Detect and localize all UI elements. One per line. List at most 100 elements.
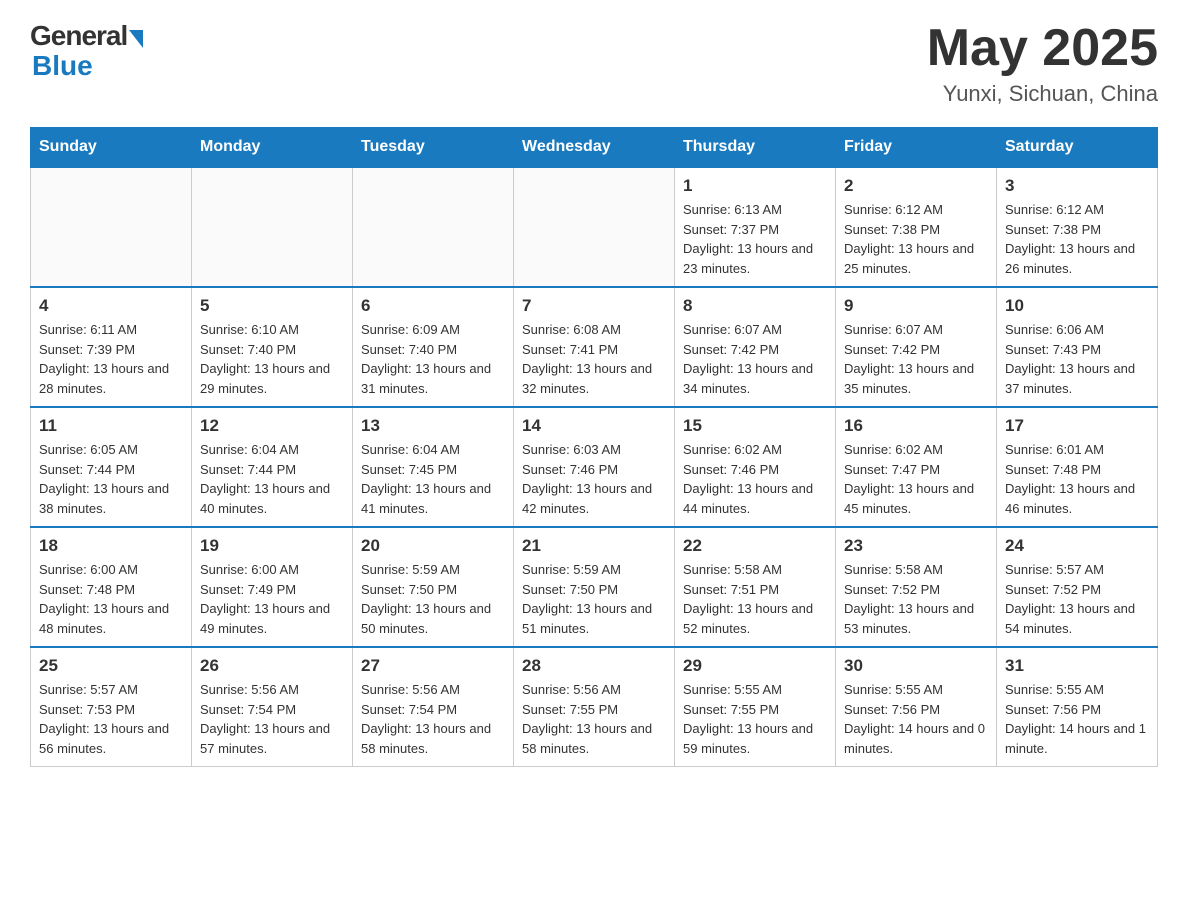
week-row-4: 18 Sunrise: 6:00 AM Sunset: 7:48 PM Dayli… [31,527,1158,647]
day-info: Sunrise: 5:55 AM Sunset: 7:55 PM Dayligh… [683,680,827,758]
day-info: Sunrise: 6:04 AM Sunset: 7:44 PM Dayligh… [200,440,344,518]
day-number: 29 [683,656,827,676]
day-number: 24 [1005,536,1149,556]
week-row-2: 4 Sunrise: 6:11 AM Sunset: 7:39 PM Daylig… [31,287,1158,407]
logo-arrow-icon [129,30,143,48]
day-info: Sunrise: 6:00 AM Sunset: 7:49 PM Dayligh… [200,560,344,638]
day-number: 18 [39,536,183,556]
calendar-cell: 21Sunrise: 5:59 AM Sunset: 7:50 PM Dayli… [514,527,675,647]
calendar-cell: 13 Sunrise: 6:04 AM Sunset: 7:45 PM Dayli… [353,407,514,527]
week-row-3: 11 Sunrise: 6:05 AM Sunset: 7:44 PM Dayli… [31,407,1158,527]
day-number: 19 [200,536,344,556]
day-number: 8 [683,296,827,316]
day-number: 4 [39,296,183,316]
day-info: Sunrise: 6:11 AM Sunset: 7:39 PM Dayligh… [39,320,183,398]
calendar-cell: 6 Sunrise: 6:09 AM Sunset: 7:40 PM Daylig… [353,287,514,407]
day-info: Sunrise: 6:10 AM Sunset: 7:40 PM Dayligh… [200,320,344,398]
column-header-monday: Monday [192,128,353,168]
column-header-thursday: Thursday [675,128,836,168]
day-number: 5 [200,296,344,316]
title-block: May 2025 Yunxi, Sichuan, China [927,20,1158,107]
calendar-cell: 20 Sunrise: 5:59 AM Sunset: 7:50 PM Dayli… [353,527,514,647]
week-row-5: 25 Sunrise: 5:57 AM Sunset: 7:53 PM Dayli… [31,647,1158,767]
day-number: 11 [39,416,183,436]
day-info: Sunrise: 6:02 AM Sunset: 7:47 PM Dayligh… [844,440,988,518]
calendar-cell: 28Sunrise: 5:56 AM Sunset: 7:55 PM Dayli… [514,647,675,767]
day-number: 3 [1005,176,1149,196]
column-header-friday: Friday [836,128,997,168]
logo-general-text: General [30,20,127,52]
column-header-tuesday: Tuesday [353,128,514,168]
day-info: Sunrise: 6:04 AM Sunset: 7:45 PM Dayligh… [361,440,505,518]
day-number: 2 [844,176,988,196]
day-number: 1 [683,176,827,196]
day-info: Sunrise: 5:56 AM Sunset: 7:54 PM Dayligh… [361,680,505,758]
day-number: 17 [1005,416,1149,436]
day-info: Sunrise: 6:08 AM Sunset: 7:41 PM Dayligh… [522,320,666,398]
day-info: Sunrise: 6:01 AM Sunset: 7:48 PM Dayligh… [1005,440,1149,518]
day-number: 30 [844,656,988,676]
calendar-cell: 4 Sunrise: 6:11 AM Sunset: 7:39 PM Daylig… [31,287,192,407]
calendar-cell: 10Sunrise: 6:06 AM Sunset: 7:43 PM Dayli… [997,287,1158,407]
page-header: General Blue May 2025 Yunxi, Sichuan, Ch… [30,20,1158,107]
calendar-cell: 8Sunrise: 6:07 AM Sunset: 7:42 PM Daylig… [675,287,836,407]
calendar-cell: 1Sunrise: 6:13 AM Sunset: 7:37 PM Daylig… [675,167,836,287]
calendar-cell: 3 Sunrise: 6:12 AM Sunset: 7:38 PM Daylig… [997,167,1158,287]
day-number: 20 [361,536,505,556]
day-info: Sunrise: 6:02 AM Sunset: 7:46 PM Dayligh… [683,440,827,518]
day-number: 12 [200,416,344,436]
day-number: 22 [683,536,827,556]
day-info: Sunrise: 5:59 AM Sunset: 7:50 PM Dayligh… [522,560,666,638]
day-number: 31 [1005,656,1149,676]
day-info: Sunrise: 6:12 AM Sunset: 7:38 PM Dayligh… [1005,200,1149,278]
column-header-saturday: Saturday [997,128,1158,168]
day-number: 26 [200,656,344,676]
day-number: 9 [844,296,988,316]
calendar-cell [31,167,192,287]
day-number: 25 [39,656,183,676]
day-info: Sunrise: 5:57 AM Sunset: 7:52 PM Dayligh… [1005,560,1149,638]
calendar-cell: 2 Sunrise: 6:12 AM Sunset: 7:38 PM Daylig… [836,167,997,287]
day-number: 27 [361,656,505,676]
calendar-cell: 5 Sunrise: 6:10 AM Sunset: 7:40 PM Daylig… [192,287,353,407]
logo: General Blue [30,20,143,82]
calendar-cell: 25 Sunrise: 5:57 AM Sunset: 7:53 PM Dayli… [31,647,192,767]
calendar-cell: 11 Sunrise: 6:05 AM Sunset: 7:44 PM Dayli… [31,407,192,527]
calendar-cell: 7 Sunrise: 6:08 AM Sunset: 7:41 PM Daylig… [514,287,675,407]
calendar-cell: 17 Sunrise: 6:01 AM Sunset: 7:48 PM Dayli… [997,407,1158,527]
day-number: 23 [844,536,988,556]
day-info: Sunrise: 5:59 AM Sunset: 7:50 PM Dayligh… [361,560,505,638]
day-info: Sunrise: 6:03 AM Sunset: 7:46 PM Dayligh… [522,440,666,518]
day-info: Sunrise: 5:55 AM Sunset: 7:56 PM Dayligh… [844,680,988,758]
day-number: 28 [522,656,666,676]
day-info: Sunrise: 5:55 AM Sunset: 7:56 PM Dayligh… [1005,680,1149,758]
day-info: Sunrise: 5:57 AM Sunset: 7:53 PM Dayligh… [39,680,183,758]
day-number: 6 [361,296,505,316]
calendar-cell [514,167,675,287]
calendar-cell: 27 Sunrise: 5:56 AM Sunset: 7:54 PM Dayli… [353,647,514,767]
day-info: Sunrise: 6:05 AM Sunset: 7:44 PM Dayligh… [39,440,183,518]
calendar-cell: 26 Sunrise: 5:56 AM Sunset: 7:54 PM Dayli… [192,647,353,767]
day-info: Sunrise: 6:06 AM Sunset: 7:43 PM Dayligh… [1005,320,1149,398]
day-number: 16 [844,416,988,436]
day-info: Sunrise: 6:09 AM Sunset: 7:40 PM Dayligh… [361,320,505,398]
calendar-cell: 24 Sunrise: 5:57 AM Sunset: 7:52 PM Dayli… [997,527,1158,647]
day-number: 13 [361,416,505,436]
calendar-table: SundayMondayTuesdayWednesdayThursdayFrid… [30,127,1158,767]
day-info: Sunrise: 6:12 AM Sunset: 7:38 PM Dayligh… [844,200,988,278]
calendar-cell: 18 Sunrise: 6:00 AM Sunset: 7:48 PM Dayli… [31,527,192,647]
calendar-title: May 2025 [927,20,1158,77]
day-number: 7 [522,296,666,316]
column-header-wednesday: Wednesday [514,128,675,168]
column-header-sunday: Sunday [31,128,192,168]
day-info: Sunrise: 6:00 AM Sunset: 7:48 PM Dayligh… [39,560,183,638]
calendar-cell [192,167,353,287]
calendar-cell: 15 Sunrise: 6:02 AM Sunset: 7:46 PM Dayli… [675,407,836,527]
day-number: 15 [683,416,827,436]
logo-blue-text: Blue [30,50,93,82]
calendar-cell: 12 Sunrise: 6:04 AM Sunset: 7:44 PM Dayli… [192,407,353,527]
day-info: Sunrise: 5:56 AM Sunset: 7:54 PM Dayligh… [200,680,344,758]
calendar-location: Yunxi, Sichuan, China [927,81,1158,107]
calendar-cell: 19 Sunrise: 6:00 AM Sunset: 7:49 PM Dayli… [192,527,353,647]
calendar-cell [353,167,514,287]
